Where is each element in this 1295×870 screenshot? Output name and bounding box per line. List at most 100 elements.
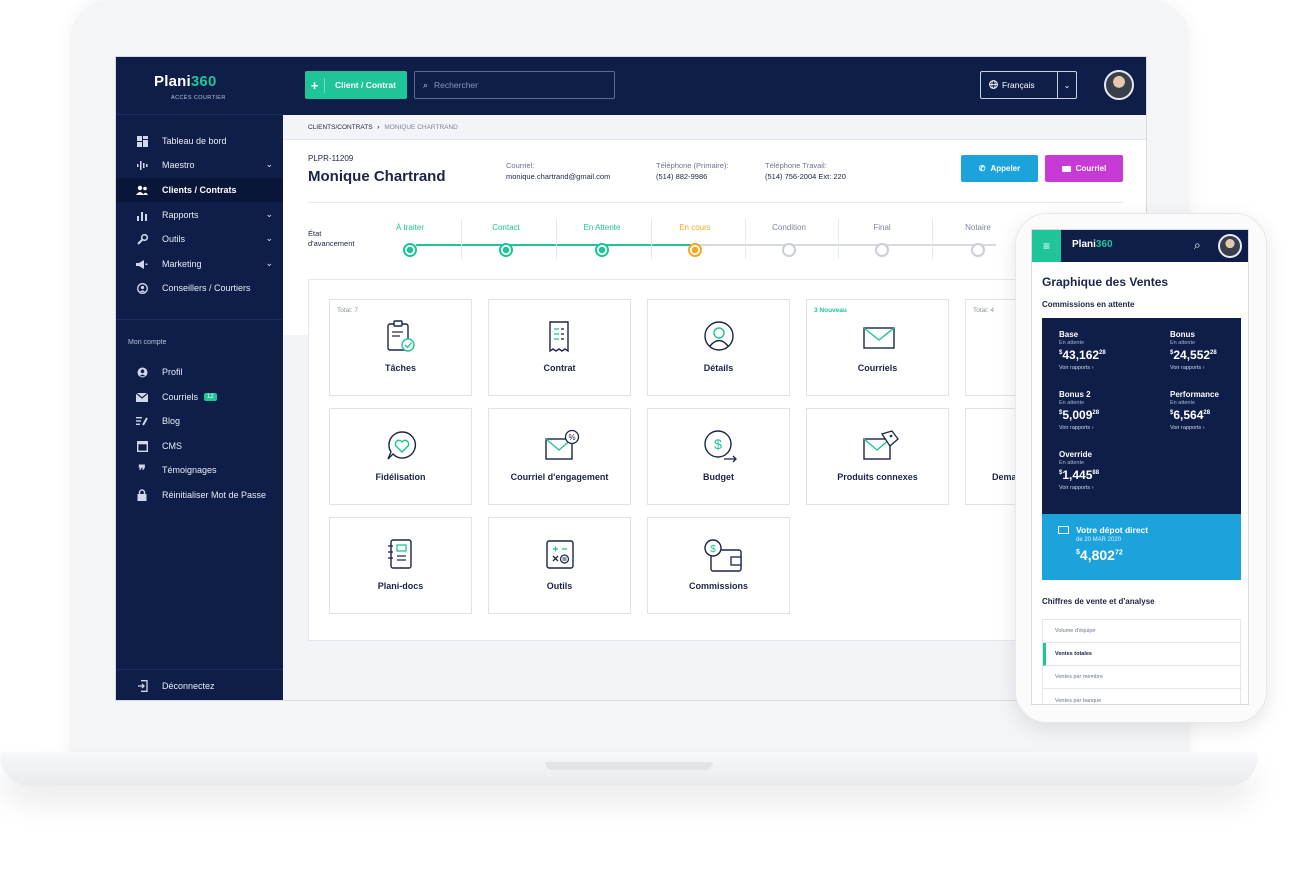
tile-outils[interactable]: Outils <box>488 517 631 614</box>
step-condition[interactable]: Condition <box>744 223 834 257</box>
sidebar-item-conseillers[interactable]: Conseillers / Courtiers <box>116 276 283 300</box>
sidebar-item-profil[interactable]: Profil <box>116 360 283 384</box>
language-select[interactable]: Français ⌄ <box>980 71 1077 99</box>
sidebar-item-marketing[interactable]: Marketing ⌄ <box>116 252 283 276</box>
search-icon[interactable]: ⌕ <box>1194 238 1201 253</box>
phone-top-bar: ≡ Plani360 ⌕ <box>1032 230 1248 262</box>
phone-primary-value[interactable]: (514) 882-9986 <box>656 171 729 182</box>
envelope-percent-icon: % <box>545 429 580 460</box>
breadcrumb-parent[interactable]: CLIENTS/CONTRATS <box>308 124 373 131</box>
step-a-traiter[interactable]: À traiter <box>365 223 455 257</box>
megaphone-icon <box>136 258 148 270</box>
bar-chart-icon <box>136 209 148 221</box>
sidebar-item-maestro[interactable]: Maestro ⌄ <box>116 153 283 177</box>
phone-brand-logo[interactable]: Plani360 <box>1072 239 1113 250</box>
client-name: Monique Chartrand <box>308 168 446 185</box>
step-label: Contact <box>492 223 520 232</box>
step-contact[interactable]: Contact <box>461 223 551 257</box>
chevron-down-icon[interactable]: ⌄ <box>1057 72 1076 98</box>
analysis-item-ventes-totales[interactable]: Ventes totales <box>1043 643 1242 666</box>
client-phone-primary-info: Téléphone (Primaire): (514) 882-9986 <box>656 160 729 182</box>
step-label: En cours <box>679 223 711 232</box>
tile-note: Total: 4 <box>973 307 994 314</box>
client-email-info: Courriel: monique.chartrand@gmail.com <box>506 160 610 182</box>
step-label: Final <box>873 223 891 232</box>
tile-note: Total: 7 <box>337 307 358 314</box>
chevron-down-icon[interactable]: ⌄ <box>265 233 273 244</box>
analysis-item-volume-equipe[interactable]: Volume d'équipe <box>1043 620 1242 643</box>
tile-contrat[interactable]: Contrat <box>488 299 631 396</box>
sidebar-item-outils[interactable]: Outils ⌄ <box>116 227 283 251</box>
commission-title: Override <box>1059 450 1092 459</box>
view-reports-link[interactable]: Voir rapports › <box>1059 485 1099 491</box>
step-dot <box>595 243 609 257</box>
step-en-attente[interactable]: En Attente <box>557 223 647 257</box>
sidebar-item-courriels[interactable]: Courriels 12 <box>116 385 283 409</box>
user-avatar[interactable] <box>1218 234 1242 258</box>
user-circle-icon <box>704 321 734 351</box>
commission-status: En attente <box>1059 400 1085 406</box>
tile-courriels[interactable]: 3 Nouveau Courriels <box>806 299 949 396</box>
step-en-cours[interactable]: En cours <box>650 223 740 257</box>
sidebar-item-blog[interactable]: Blog <box>116 409 283 433</box>
chevron-down-icon[interactable]: ⌄ <box>265 258 273 269</box>
tile-plani-docs[interactable]: Plani-docs <box>329 517 472 614</box>
tile-label: Produits connexes <box>837 472 918 482</box>
sidebar-item-tableau-de-bord[interactable]: Tableau de bord <box>116 129 283 153</box>
view-reports-link[interactable]: Voir rapports › <box>1059 425 1099 431</box>
dollar-arrow-icon: $ <box>704 430 737 463</box>
view-reports-link[interactable]: Voir rapports › <box>1059 365 1106 371</box>
call-label: Appeler <box>990 164 1021 173</box>
tile-courriel-engagement[interactable]: % Courriel d'engagement <box>488 408 631 505</box>
tile-taches[interactable]: Total: 7 Tâches <box>329 299 472 396</box>
commission-card-bonus: Bonus En attente $24,55228 Voir rapports… <box>1170 330 1217 371</box>
step-notaire[interactable]: Notaire <box>933 223 1023 257</box>
sidebar-item-temoignages[interactable]: ❞ Témoignages <box>116 458 283 482</box>
logout-container: Déconnectez <box>116 669 283 700</box>
call-button[interactable]: ✆ Appeler <box>961 155 1038 182</box>
add-client-contract-button[interactable]: + Client / Contrat <box>305 71 407 99</box>
sidebar-item-cms[interactable]: CMS <box>116 434 283 458</box>
commission-card-performance: Performance En attente $6,56428 Voir rap… <box>1170 390 1219 431</box>
user-avatar[interactable] <box>1104 70 1134 100</box>
step-final[interactable]: Final <box>837 223 927 257</box>
tile-commissions[interactable]: $ Commissions <box>647 517 790 614</box>
sidebar-item-clients-contrats[interactable]: Clients / Contrats <box>116 178 283 202</box>
tile-details[interactable]: Détails <box>647 299 790 396</box>
sidebar-divider <box>116 319 283 320</box>
tile-label: Fidélisation <box>375 472 426 482</box>
direct-deposit-card[interactable]: Votre dépot direct de 20 MAR 2020 $4,802… <box>1042 514 1241 580</box>
phone-icon: ✆ <box>978 164 986 173</box>
email-button[interactable]: Courriel <box>1045 155 1123 182</box>
logout-button[interactable]: Déconnectez <box>116 674 283 698</box>
analysis-item-ventes-par-banque[interactable]: Ventes par banque <box>1043 689 1242 704</box>
chevron-down-icon[interactable]: ⌄ <box>265 159 273 170</box>
tile-produits-connexes[interactable]: Produits connexes <box>806 408 949 505</box>
email-value[interactable]: monique.chartrand@gmail.com <box>506 171 610 182</box>
deposit-amount: $4,80272 <box>1076 547 1123 563</box>
tile-budget[interactable]: $ Budget <box>647 408 790 505</box>
commission-title: Bonus 2 <box>1059 390 1091 399</box>
step-dot <box>875 243 889 257</box>
sidebar-item-label: Conseillers / Courtiers <box>162 283 251 293</box>
tile-fidelisation[interactable]: Fidélisation <box>329 408 472 505</box>
search-input[interactable]: ⌕ Rechercher <box>414 71 615 99</box>
tile-note: 3 Nouveau <box>814 307 847 314</box>
analysis-item-ventes-par-membre[interactable]: Ventes par membre <box>1043 666 1242 689</box>
progress-label-line2: d'avancement <box>308 239 355 248</box>
tiles-panel: Total: 7 Tâches Contrat Détails 3 Nouvea… <box>308 279 1128 641</box>
sidebar-item-reset-password[interactable]: Réinitialiser Mot de Passe <box>116 483 283 507</box>
tile-label: Tâches <box>384 363 417 373</box>
view-reports-link[interactable]: Voir rapports › <box>1170 425 1219 431</box>
commission-card-bonus-2: Bonus 2 En attente $5,00928 Voir rapport… <box>1059 390 1099 431</box>
view-reports-link[interactable]: Voir rapports › <box>1170 365 1217 371</box>
chevron-down-icon[interactable]: ⌄ <box>265 209 273 220</box>
search-placeholder: Rechercher <box>434 80 478 90</box>
brand-logo[interactable]: Plani360 ACCÈS COURTIER <box>116 57 283 115</box>
hamburger-menu-icon[interactable]: ≡ <box>1032 230 1061 262</box>
unread-badge: 12 <box>204 393 217 401</box>
step-label: Condition <box>772 223 806 232</box>
envelope-icon <box>1061 165 1071 172</box>
sidebar-item-rapports[interactable]: Rapports ⌄ <box>116 203 283 227</box>
phone-work-value[interactable]: (514) 756-2004 Ext: 220 <box>765 171 846 182</box>
